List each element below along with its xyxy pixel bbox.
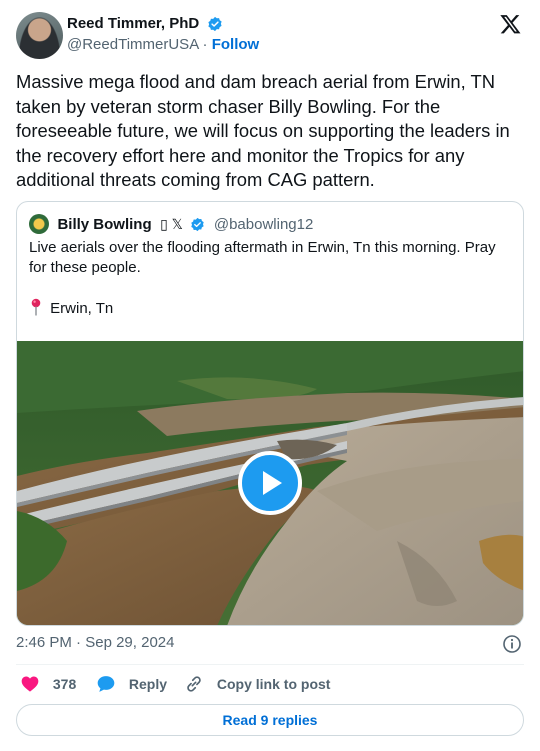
pin-icon (31, 298, 41, 316)
quoted-verified-badge-icon (191, 217, 205, 231)
handle-separator: · (202, 36, 208, 53)
info-icon[interactable] (502, 634, 522, 654)
play-icon (263, 471, 282, 495)
author-name-row: Reed Timmer, PhD (67, 15, 223, 33)
quoted-tweet-text: Live aerials over the flooding aftermath… (29, 239, 496, 276)
video-thumbnail[interactable] (17, 341, 523, 625)
like-count: 378 (52, 676, 77, 692)
play-button[interactable] (238, 451, 302, 515)
reply-label: Reply (128, 676, 168, 692)
like-button[interactable]: 378 (20, 674, 76, 696)
copy-link-label: Copy link to post (216, 676, 331, 692)
author-handle-row: @ReedTimmerUSA · Follow (67, 36, 259, 53)
quoted-author-name-glyphs: ▯ 𝕏 (160, 215, 183, 232)
x-logo-icon[interactable] (499, 13, 522, 35)
quoted-author-handle: @babowling12 (213, 215, 314, 233)
tweet-header: Reed Timmer, PhD @ReedTimmerUSA · Follow (16, 12, 524, 60)
tweet-text: Massive mega flood and dam breach aerial… (16, 71, 510, 191)
tweet-date: Sep 29, 2024 (85, 634, 175, 651)
reply-bubble-icon (97, 676, 115, 692)
tweet-actions: 378 Reply Copy link to post (16, 674, 524, 696)
quoted-tweet[interactable]: Billy Bowling ▯ 𝕏 @babowling12 Live aeri… (16, 201, 524, 626)
quoted-tweet-location: Erwin, Tn (29, 298, 113, 319)
divider (16, 664, 524, 665)
tweet-time: 2:46 PM (16, 634, 72, 651)
author-name[interactable]: Reed Timmer, PhD (67, 15, 199, 32)
embedded-tweet-card: Reed Timmer, PhD @ReedTimmerUSA · Follow… (0, 0, 540, 751)
quoted-author-name: Billy Bowling (57, 215, 152, 233)
author-avatar[interactable] (16, 12, 63, 59)
copy-link-button[interactable]: Copy link to post (184, 674, 330, 696)
read-replies-button[interactable]: Read 9 replies (16, 704, 524, 736)
timestamp-separator: · (76, 634, 82, 651)
author-handle[interactable]: @ReedTimmerUSA (67, 36, 198, 53)
reply-button[interactable]: Reply (96, 674, 167, 696)
quoted-tweet-header: Billy Bowling ▯ 𝕏 @babowling12 (29, 214, 313, 234)
location-label: Erwin, Tn (50, 300, 114, 317)
tweet-timestamp[interactable]: 2:46 PM · Sep 29, 2024 (16, 634, 174, 651)
heart-icon (21, 676, 39, 692)
link-icon (187, 676, 201, 692)
follow-button[interactable]: Follow (212, 36, 260, 53)
quoted-author-avatar (29, 214, 49, 234)
verified-badge-icon (208, 16, 222, 31)
